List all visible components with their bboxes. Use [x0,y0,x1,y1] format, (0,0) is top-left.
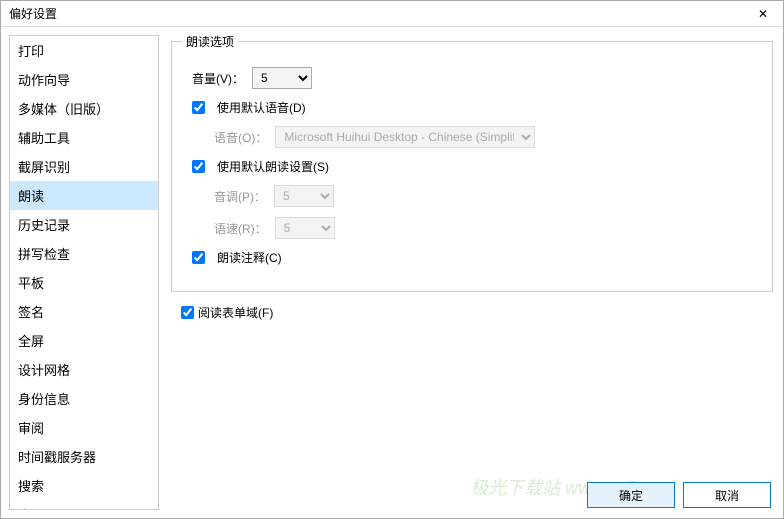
sidebar-item-action-wizard[interactable]: 动作向导 [10,65,158,94]
cancel-button[interactable]: 取消 [683,482,771,508]
voice-select: Microsoft Huihui Desktop - Chinese (Simp… [275,126,535,148]
close-button[interactable]: ✕ [743,1,783,27]
volume-select[interactable]: 5 [252,67,312,89]
sidebar-item-multimedia-legacy[interactable]: 多媒体（旧版） [10,94,158,123]
sidebar-item-timestamp-server[interactable]: 时间戳服务器 [10,442,158,471]
pitch-row: 音调(P)： 5 [192,185,757,207]
read-comments-label: 朗读注释(C) [217,249,282,266]
volume-label: 音量(V)： [192,70,244,87]
sidebar-item-fullscreen[interactable]: 全屏 [10,326,158,355]
content-panel: 朗读选项 音量(V)： 5 使用默认语音(D) 语音(O)： Microsoft… [169,35,775,510]
read-form-fields-label: 阅读表单域(F) [198,304,273,321]
sidebar-item-signatures[interactable]: 签名 [10,297,158,326]
read-form-fields-checkbox[interactable] [181,306,194,319]
use-default-read-settings-checkbox[interactable] [192,160,205,173]
sidebar-item-accessibility[interactable]: 辅助工具 [10,123,158,152]
speed-select: 5 [275,217,335,239]
use-default-read-settings-label: 使用默认朗读设置(S) [217,158,329,175]
sidebar-item-tablet[interactable]: 平板 [10,268,158,297]
use-default-voice-label: 使用默认语音(D) [217,99,306,116]
use-default-read-settings-row: 使用默认朗读设置(S) [192,158,757,175]
window-title: 偏好设置 [9,5,57,22]
sidebar-item-search[interactable]: 搜索 [10,471,158,500]
voice-label: 语音(O)： [214,129,267,146]
close-icon: ✕ [758,7,768,21]
titlebar: 偏好设置 ✕ [1,1,783,27]
sidebar-item-index[interactable]: 索引 [10,500,158,510]
use-default-voice-row: 使用默认语音(D) [192,99,757,116]
group-title: 朗读选项 [182,33,238,50]
speed-label: 语速(R)： [214,220,267,237]
category-sidebar[interactable]: 打印 动作向导 多媒体（旧版） 辅助工具 截屏识别 朗读 历史记录 拼写检查 平… [9,35,159,510]
voice-row: 语音(O)： Microsoft Huihui Desktop - Chines… [192,126,757,148]
use-default-voice-checkbox[interactable] [192,101,205,114]
volume-row: 音量(V)： 5 [192,67,757,89]
read-comments-checkbox[interactable] [192,251,205,264]
preferences-window: 偏好设置 ✕ 打印 动作向导 多媒体（旧版） 辅助工具 截屏识别 朗读 历史记录… [0,0,784,519]
pitch-label: 音调(P)： [214,188,266,205]
pitch-select: 5 [274,185,334,207]
sidebar-item-grid[interactable]: 设计网格 [10,355,158,384]
sidebar-item-identity[interactable]: 身份信息 [10,384,158,413]
sidebar-item-history[interactable]: 历史记录 [10,210,158,239]
read-comments-row: 朗读注释(C) [192,249,757,266]
read-form-fields-row: 阅读表单域(F) [181,304,775,321]
sidebar-item-screenshot-ocr[interactable]: 截屏识别 [10,152,158,181]
sidebar-item-print[interactable]: 打印 [10,36,158,65]
sidebar-item-spelling[interactable]: 拼写检查 [10,239,158,268]
dialog-footer: 确定 取消 [587,482,771,508]
ok-button[interactable]: 确定 [587,482,675,508]
reading-options-group: 朗读选项 音量(V)： 5 使用默认语音(D) 语音(O)： Microsoft… [171,41,773,292]
sidebar-item-review[interactable]: 审阅 [10,413,158,442]
speed-row: 语速(R)： 5 [192,217,757,239]
sidebar-item-reading[interactable]: 朗读 [10,181,158,210]
